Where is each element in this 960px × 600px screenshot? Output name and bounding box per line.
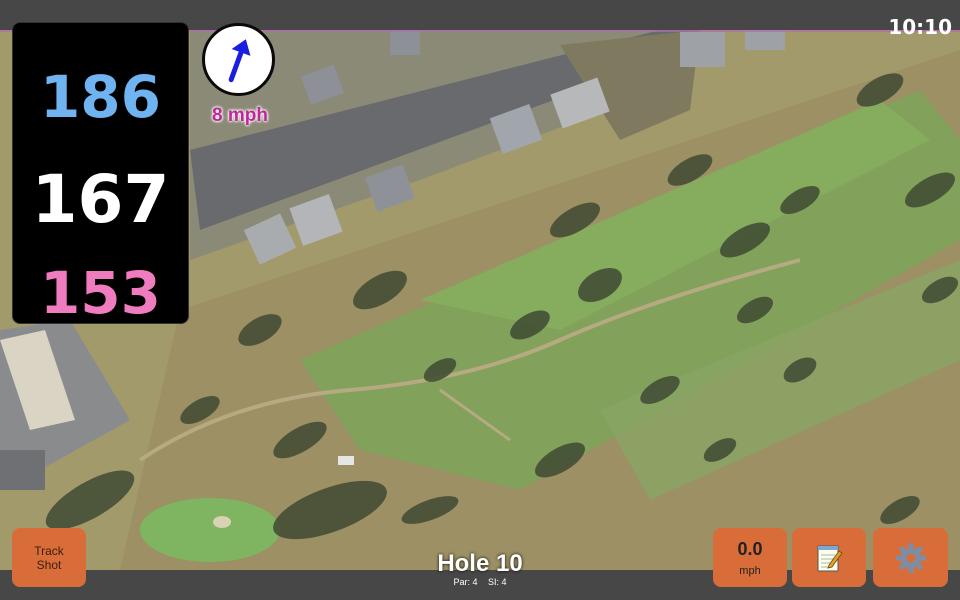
gps-screen: 10:10 186 167 153 8 mph Track Shot Hole … <box>0 0 960 600</box>
clock: 10:10 <box>888 15 952 39</box>
distance-middle: 167 <box>31 161 170 238</box>
hole-par: Par: 4 <box>453 577 478 587</box>
hole-info: Par: 4 SI: 4 <box>380 577 580 587</box>
speed-value: 0.0 <box>737 539 763 559</box>
notepad-icon <box>817 545 843 571</box>
track-shot-label-line2: Shot <box>36 558 62 572</box>
speed-unit: mph <box>739 565 761 577</box>
distance-panel: 186 167 153 <box>12 22 189 327</box>
track-shot-button[interactable]: Track Shot <box>12 528 86 587</box>
wind-speed-label: 8 mph <box>212 105 268 126</box>
track-shot-label-line1: Track <box>34 544 64 558</box>
distance-back: 186 <box>39 63 162 131</box>
notes-button[interactable] <box>792 528 866 587</box>
wind-arrow-icon <box>228 39 251 83</box>
distance-front: 153 <box>39 259 162 327</box>
gear-icon <box>895 542 926 573</box>
speed-button[interactable]: 0.0 mph <box>713 528 787 587</box>
hole-stroke-index: SI: 4 <box>488 577 507 587</box>
wind-direction-dial <box>202 23 275 96</box>
hole-title: Hole 10 <box>437 550 523 577</box>
settings-button[interactable] <box>873 528 948 587</box>
